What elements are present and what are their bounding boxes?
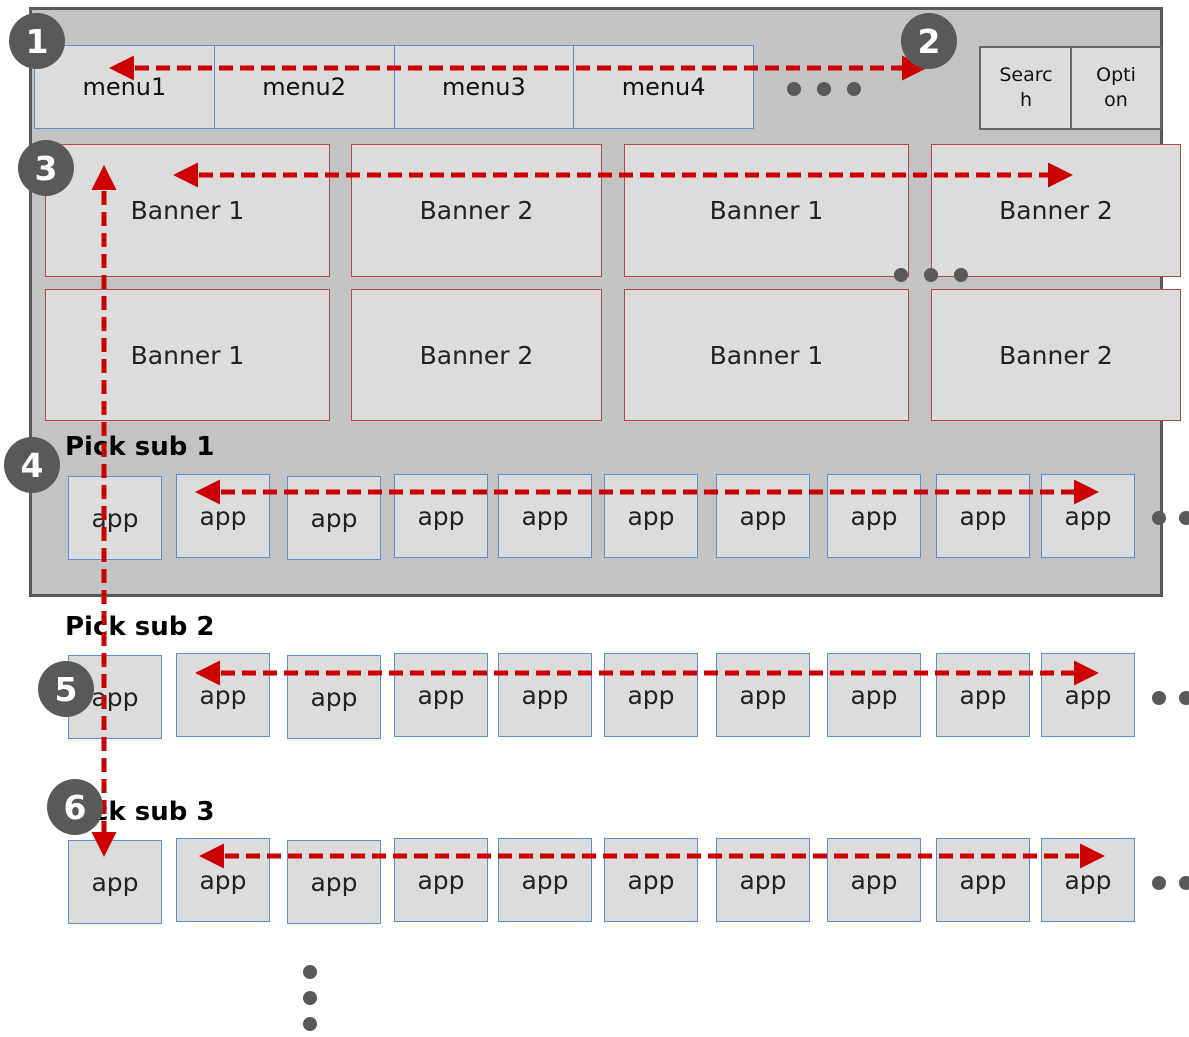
app-tile[interactable]: app	[936, 653, 1030, 737]
app-tile[interactable]: app	[498, 653, 592, 737]
search-button[interactable]: Searc h	[979, 46, 1073, 130]
row-more-dot	[1152, 691, 1166, 705]
rows-more-dot	[303, 991, 317, 1005]
step-badge: 4	[4, 437, 60, 493]
step-badge: 6	[47, 779, 103, 835]
app-tile[interactable]: app	[716, 653, 810, 737]
app-tile[interactable]: app	[1041, 838, 1135, 922]
app-tile[interactable]: app	[68, 476, 162, 560]
app-tile[interactable]: app	[68, 840, 162, 924]
row-title: Pick sub 2	[65, 612, 215, 642]
rows-more-dot	[303, 1017, 317, 1031]
banner-more-dot	[894, 268, 908, 282]
row-more-dot	[1179, 876, 1189, 890]
banner-more-dot	[954, 268, 968, 282]
app-tile[interactable]: app	[287, 655, 381, 739]
menu-item-2[interactable]: menu2	[214, 45, 395, 129]
row-more-dot	[1152, 511, 1166, 525]
app-tile[interactable]: app	[394, 474, 488, 558]
banner-tile[interactable]: Banner 2	[931, 144, 1181, 277]
app-tile[interactable]: app	[498, 474, 592, 558]
menu-more-dot	[847, 82, 861, 96]
app-tile[interactable]: app	[827, 653, 921, 737]
banner-tile[interactable]: Banner 1	[624, 144, 909, 277]
menu-item-3[interactable]: menu3	[394, 45, 575, 129]
app-tile[interactable]: app	[176, 653, 270, 737]
row-title: Pick sub 1	[65, 432, 215, 462]
app-tile[interactable]: app	[604, 838, 698, 922]
step-badge: 2	[901, 13, 957, 69]
banner-tile[interactable]: Banner 2	[351, 289, 602, 421]
app-tile[interactable]: app	[604, 474, 698, 558]
option-button[interactable]: Opti on	[1070, 46, 1162, 130]
app-tile[interactable]: app	[498, 838, 592, 922]
row-more-dot	[1152, 876, 1166, 890]
app-tile[interactable]: app	[827, 838, 921, 922]
app-tile[interactable]: app	[1041, 653, 1135, 737]
step-badge: 3	[18, 140, 74, 196]
menu-more-dot	[817, 82, 831, 96]
step-badge: 1	[9, 13, 65, 69]
step-badge: 5	[38, 661, 94, 717]
banner-more-dot	[924, 268, 938, 282]
app-tile[interactable]: app	[1041, 474, 1135, 558]
app-tile[interactable]: app	[604, 653, 698, 737]
app-tile[interactable]: app	[287, 476, 381, 560]
banner-tile[interactable]: Banner 1	[624, 289, 909, 421]
banner-tile[interactable]: Banner 1	[45, 289, 330, 421]
banner-tile[interactable]: Banner 2	[351, 144, 602, 277]
app-tile[interactable]: app	[716, 838, 810, 922]
app-tile[interactable]: app	[394, 653, 488, 737]
app-tile[interactable]: app	[936, 838, 1030, 922]
rows-more-dot	[303, 965, 317, 979]
menu-item-1[interactable]: menu1	[34, 45, 215, 129]
app-tile[interactable]: app	[394, 838, 488, 922]
banner-tile[interactable]: Banner 1	[45, 144, 330, 277]
app-tile[interactable]: app	[176, 838, 270, 922]
row-more-dot	[1179, 511, 1189, 525]
app-tile[interactable]: app	[716, 474, 810, 558]
app-tile[interactable]: app	[287, 840, 381, 924]
app-tile[interactable]: app	[176, 474, 270, 558]
menu-bar: menu1 menu2 menu3 menu4	[34, 45, 754, 129]
menu-item-4[interactable]: menu4	[574, 45, 754, 129]
banner-tile[interactable]: Banner 2	[931, 289, 1181, 421]
app-tile[interactable]: app	[936, 474, 1030, 558]
menu-more-dot	[787, 82, 801, 96]
app-tile[interactable]: app	[827, 474, 921, 558]
row-more-dot	[1179, 691, 1189, 705]
